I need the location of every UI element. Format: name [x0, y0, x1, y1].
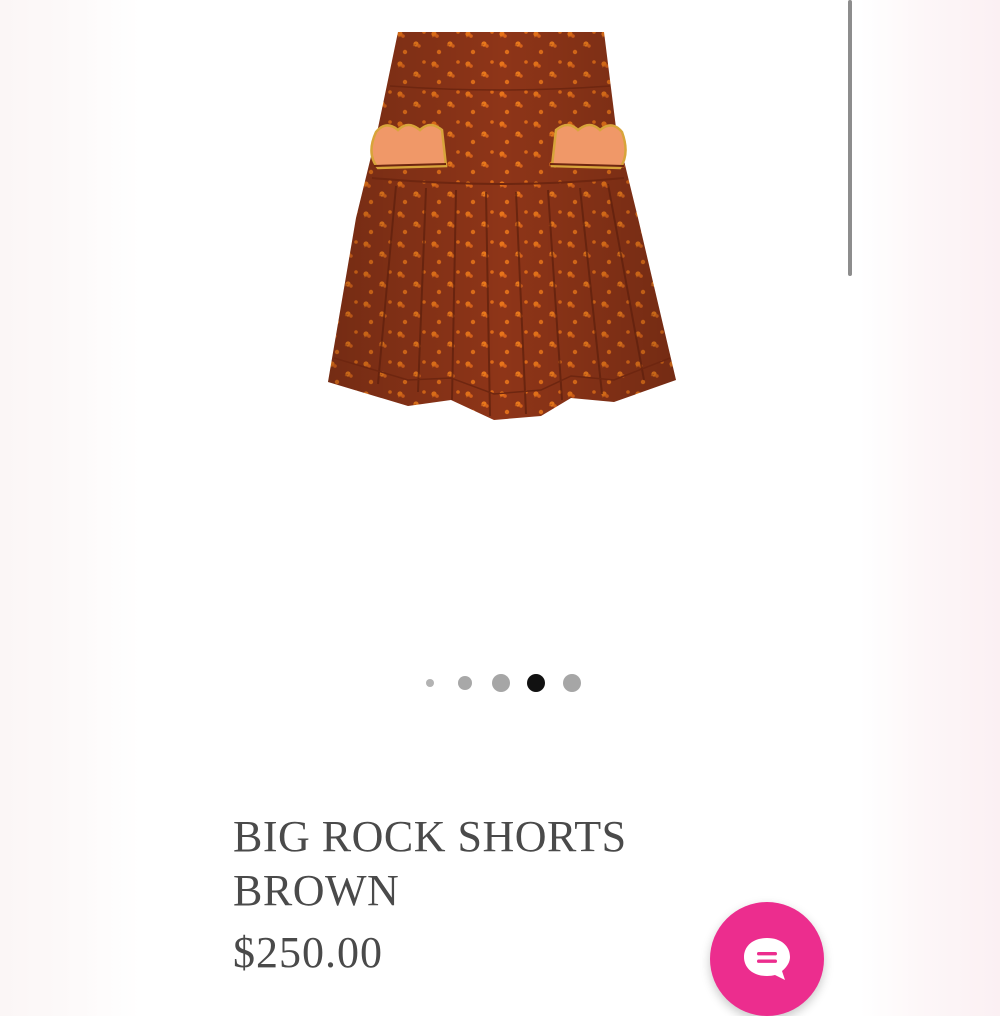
carousel-dots [420, 670, 590, 696]
chat-bubble-icon [744, 938, 790, 980]
product-price: $250.00 [233, 928, 383, 977]
carousel-dot-5[interactable] [563, 674, 581, 692]
product-image[interactable] [326, 28, 678, 424]
carousel-dot-4-active[interactable] [527, 674, 545, 692]
scrollbar[interactable] [848, 0, 852, 276]
product-title: BIG ROCK SHORTS BROWN [233, 812, 627, 915]
carousel-dot-2[interactable] [458, 676, 472, 690]
carousel-dot-3[interactable] [492, 674, 510, 692]
carousel-dot-1[interactable] [426, 679, 434, 687]
chat-button[interactable] [710, 902, 824, 1016]
